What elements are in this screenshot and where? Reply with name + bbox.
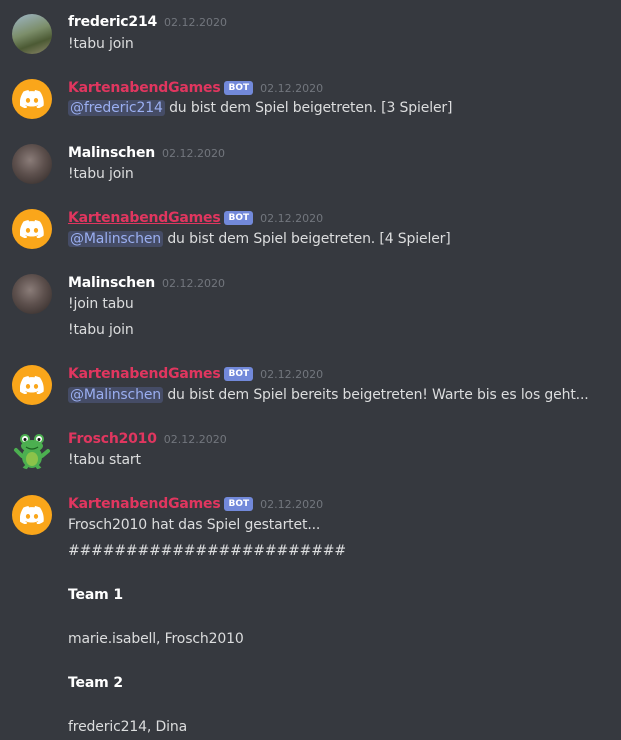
message-body: du bist dem Spiel beigetreten. [3 Spiele… (164, 100, 453, 116)
message-text: @Malinschen du bist dem Spiel bereits be… (68, 387, 589, 403)
message-body: du bist dem Spiel bereits beigetreten! W… (163, 387, 589, 403)
discord-logo-icon (20, 220, 44, 238)
avatar-frosch2010[interactable] (12, 430, 52, 470)
username[interactable]: Malinschen (68, 145, 155, 161)
discord-logo-icon (20, 506, 44, 524)
bot-badge: BOT (224, 367, 254, 381)
timestamp: 02.12.2020 (260, 81, 324, 95)
message-text: !join tabu (68, 296, 134, 312)
timestamp: 02.12.2020 (164, 15, 228, 29)
username[interactable]: Frosch2010 (68, 431, 157, 447)
discord-logo-icon (20, 376, 44, 394)
team-members: frederic214, Dina (68, 719, 188, 735)
timestamp: 02.12.2020 (260, 497, 324, 511)
username[interactable]: Malinschen (68, 275, 155, 291)
user-mention[interactable]: @frederic214 (68, 100, 165, 116)
message-text: ######################## (68, 543, 346, 559)
avatar-bot[interactable] (12, 79, 52, 119)
timestamp: 02.12.2020 (260, 367, 324, 381)
bot-badge: BOT (224, 81, 254, 95)
frog-icon (14, 434, 50, 470)
user-mention[interactable]: @Malinschen (68, 231, 164, 247)
avatar-frederic214[interactable] (12, 14, 52, 54)
message-text: @frederic214 du bist dem Spiel beigetret… (68, 100, 452, 116)
timestamp: 02.12.2020 (162, 276, 225, 290)
message-body: du bist dem Spiel beigetreten. [4 Spiele… (163, 231, 451, 247)
message-text: !tabu start (68, 452, 141, 468)
avatar-malinschen[interactable] (12, 274, 52, 314)
bot-badge: BOT (224, 497, 254, 511)
team-heading: Team 1 (68, 587, 123, 603)
timestamp: 02.12.2020 (260, 211, 324, 225)
message-text: Frosch2010 hat das Spiel gestartet... (68, 517, 321, 533)
message-text: !tabu join (68, 166, 134, 182)
discord-logo-icon (20, 90, 44, 108)
team-heading: Team 2 (68, 675, 123, 691)
avatar-bot[interactable] (12, 209, 52, 249)
bot-badge: BOT (224, 211, 254, 225)
team-members: marie.isabell, Frosch2010 (68, 631, 244, 647)
timestamp: 02.12.2020 (162, 146, 225, 160)
username[interactable]: frederic214 (68, 14, 157, 30)
avatar-malinschen[interactable] (12, 144, 52, 184)
message-text: !tabu join (68, 322, 134, 338)
timestamp: 02.12.2020 (163, 432, 227, 446)
user-mention[interactable]: @Malinschen (68, 387, 164, 403)
username[interactable]: KartenabendGames (68, 80, 221, 96)
username[interactable]: KartenabendGames (68, 366, 221, 382)
message-text: !tabu join (68, 36, 134, 52)
avatar-bot[interactable] (12, 495, 52, 535)
avatar-bot[interactable] (12, 365, 52, 405)
username[interactable]: KartenabendGames (68, 210, 221, 226)
username[interactable]: KartenabendGames (68, 496, 221, 512)
message-text: @Malinschen du bist dem Spiel beigetrete… (68, 231, 451, 247)
